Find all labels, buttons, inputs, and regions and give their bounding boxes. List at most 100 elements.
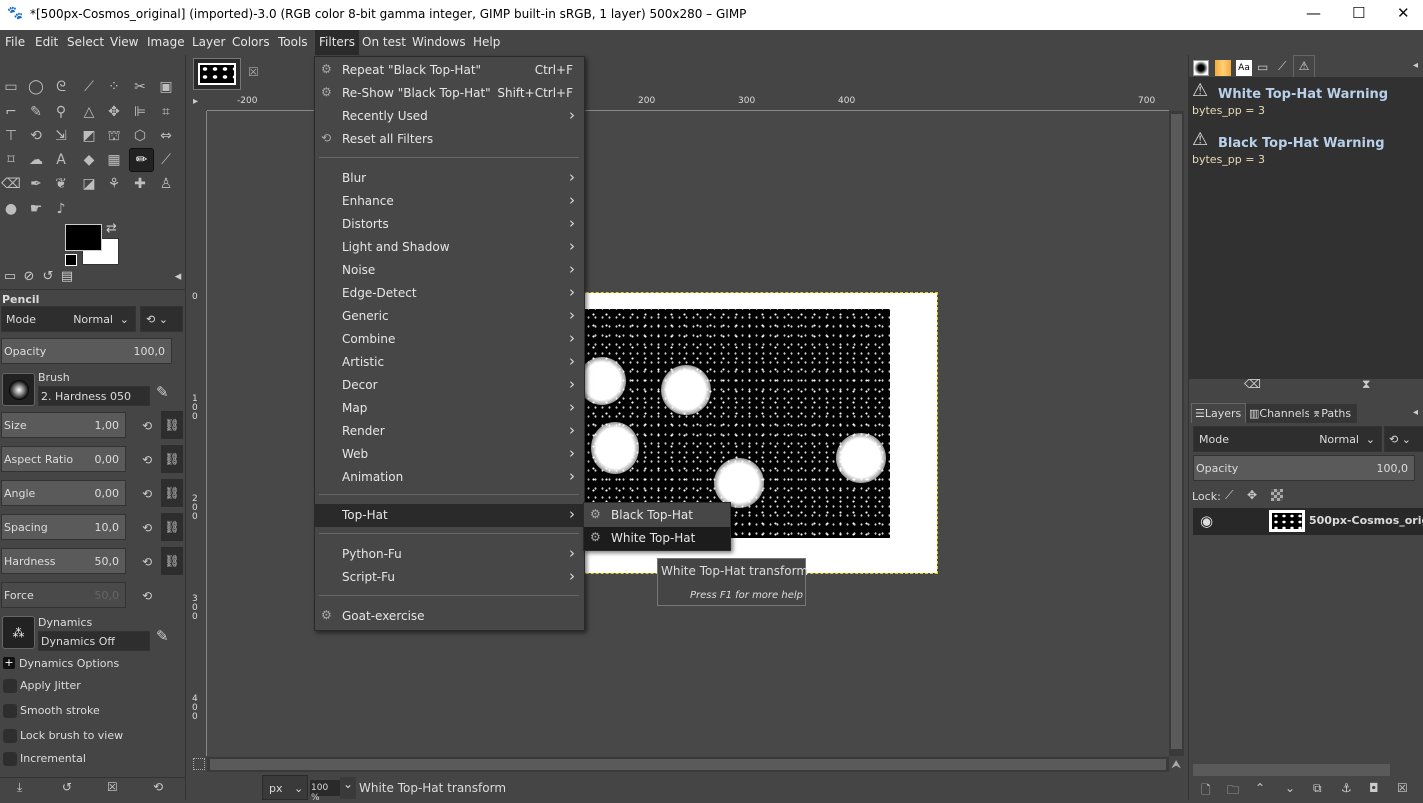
force-slider[interactable]: Force 50,0 [1,582,126,608]
reset-options-icon[interactable]: ⟲ [153,780,163,794]
reset-mode-button[interactable]: ⟲ ⌄ [140,306,183,332]
menu-edit[interactable]: Edit [35,35,58,49]
new-layer-icon[interactable]: 🗋 [1201,781,1211,802]
toggle-quick-mask-icon[interactable] [193,758,205,770]
3d-transform-icon[interactable]: ⬡ [129,125,151,147]
menu-item-blur[interactable]: Blur › [315,167,584,190]
cage-icon[interactable]: ⌑ [0,149,22,171]
menu-item-light-shadow[interactable]: Light and Shadow › [315,236,584,259]
lock-brush-checkbox[interactable] [3,729,17,743]
lasso-icon[interactable]: ᘓ [50,76,72,98]
menu-item-map[interactable]: Map › [315,397,584,420]
zoom-dropdown-icon[interactable]: ⌄ [340,777,356,799]
dodge-burn-icon[interactable]: ♪ [50,198,72,220]
dynamics-preview-icon[interactable]: ⁂ [2,616,35,649]
menu-image[interactable]: Image [147,35,185,49]
color-picker-icon[interactable]: ✎ [25,101,47,123]
link-size-icon[interactable]: ⛓ [161,411,183,439]
swap-colors-icon[interactable]: ⇄ [106,221,117,236]
menu-select[interactable]: Select [67,35,104,49]
lower-layer-icon[interactable]: ⌄ [1285,781,1295,795]
size-slider[interactable]: Size 1,00 [1,412,126,438]
menu-item-enhance[interactable]: Enhance › [315,190,584,213]
dock-menu-icon[interactable]: ◂ [168,267,188,287]
flip-icon[interactable]: ⇔ [155,125,177,147]
lock-position-icon[interactable]: ✥ [1247,488,1257,502]
paths-icon[interactable]: ⌐ [0,101,22,123]
spacing-slider[interactable]: Spacing 10,0 [1,514,126,540]
reset-hardness-icon[interactable]: ⟲ [142,555,152,569]
layer-composite-button[interactable]: ⟲ ⌄ [1384,426,1423,452]
measure-icon[interactable]: △ [78,101,100,123]
images-tab-icon[interactable]: ▤ [57,267,77,287]
fuzzy-select-icon[interactable]: ⟋ [78,76,100,98]
edit-dynamics-icon[interactable]: ✎ [156,627,169,645]
menu-windows[interactable]: Windows [412,35,466,49]
gradients-tab-icon[interactable] [1215,60,1231,76]
close-image-tab-icon[interactable]: ☒ [248,65,259,79]
foreground-select-icon[interactable]: ▣ [155,76,177,98]
link-spacing-icon[interactable]: ⛓ [161,513,183,541]
new-layer-group-icon[interactable]: 🗀 [1227,781,1239,802]
visibility-eye-icon[interactable]: ◉ [1200,512,1213,530]
angle-slider[interactable]: Angle 0,00 [1,480,126,506]
airbrush-icon[interactable]: ✒ [25,173,47,195]
menu-view[interactable]: View [110,35,138,49]
menu-item-script-fu[interactable]: Script-Fu › [315,566,584,589]
tab-layers[interactable]: ☰Layers [1191,403,1246,423]
navigate-icon[interactable]: ⮝ [1171,757,1181,772]
image-tab-thumbnail[interactable] [193,58,241,90]
rect-select-icon[interactable]: ▭ [0,76,22,98]
raise-layer-icon[interactable]: ⌃ [1255,781,1265,795]
link-angle-icon[interactable]: ⛓ [161,479,183,507]
menu-tools[interactable]: Tools [278,35,308,49]
menu-item-white-top-hat[interactable]: ⚙ White Top-Hat [584,527,730,550]
menu-item-decor[interactable]: Decor › [315,374,584,397]
text-icon[interactable]: A [50,149,72,171]
bucket-fill-icon[interactable]: ◆ [78,149,100,171]
duplicate-layer-icon[interactable]: ⧉ [1313,781,1322,796]
warp-transform-icon[interactable]: ☁ [25,149,47,171]
menu-item-distorts[interactable]: Distorts › [315,213,584,236]
crop-icon[interactable]: ⌗ [155,101,177,123]
reset-size-icon[interactable]: ⟲ [142,419,152,433]
menu-layer[interactable]: Layer [192,35,225,49]
menu-item-reshow[interactable]: ⚙ Re-Show "Black Top-Hat" Shift+Ctrl+F [315,82,584,105]
menu-item-web[interactable]: Web › [315,443,584,466]
undo-history-tab-icon[interactable]: ↺ [38,267,58,287]
save-errors-icon[interactable]: ⧗ [1362,377,1370,392]
perspective-clone-icon[interactable]: ♙ [155,173,177,195]
maximize-button[interactable]: ☐ [1352,4,1365,22]
menu-item-noise[interactable]: Noise › [315,259,584,282]
eraser-icon[interactable]: ⌫ [0,173,22,195]
menu-item-generic[interactable]: Generic › [315,305,584,328]
aspect-ratio-slider[interactable]: Aspect Ratio 0,00 [1,446,126,472]
foreground-color-swatch[interactable] [65,224,102,251]
brush-preview[interactable] [2,373,35,406]
smudge-icon[interactable]: ☛ [25,198,47,220]
reset-spacing-icon[interactable]: ⟲ [142,521,152,535]
layer-mode-dropdown[interactable]: Mode Normal ⌄ [1193,426,1382,452]
tool-options-tab-icon[interactable]: ▭ [0,267,20,287]
lock-alpha-icon[interactable] [1271,489,1283,501]
images-tab-icon[interactable]: ▭ [1257,60,1268,74]
layers-scrollbar[interactable] [1193,764,1390,776]
mypaint-brush-icon[interactable]: ◪ [78,173,100,195]
brush-name-field[interactable]: 2. Hardness 050 [38,386,150,406]
move-icon[interactable]: ✥ [103,101,125,123]
error-console-tab-icon[interactable]: ⚠ [1293,55,1315,77]
zoom-input[interactable]: 100 % [310,780,340,803]
gradient-icon[interactable]: ▦ [103,149,125,171]
tab-channels[interactable]: ▥Channels [1246,404,1310,423]
pencil-icon[interactable]: ✏ [129,148,154,172]
select-by-color-icon[interactable]: ⁘ [103,76,125,98]
anchor-layer-icon[interactable]: ⚓ [1341,781,1352,795]
menu-item-python-fu[interactable]: Python-Fu › [315,543,584,566]
dynamics-options-expander[interactable]: Dynamics Options [19,657,119,670]
paint-dynamics-tab-icon[interactable]: ⟋ [1278,59,1286,74]
fonts-tab-icon[interactable]: Aa [1236,60,1252,76]
menu-item-goat-exercise[interactable]: ⚙ Goat-exercise [315,605,584,628]
rotate-icon[interactable]: ⟲ [25,125,47,147]
menu-item-edge-detect[interactable]: Edge-Detect › [315,282,584,305]
menu-colors[interactable]: Colors [232,35,270,49]
